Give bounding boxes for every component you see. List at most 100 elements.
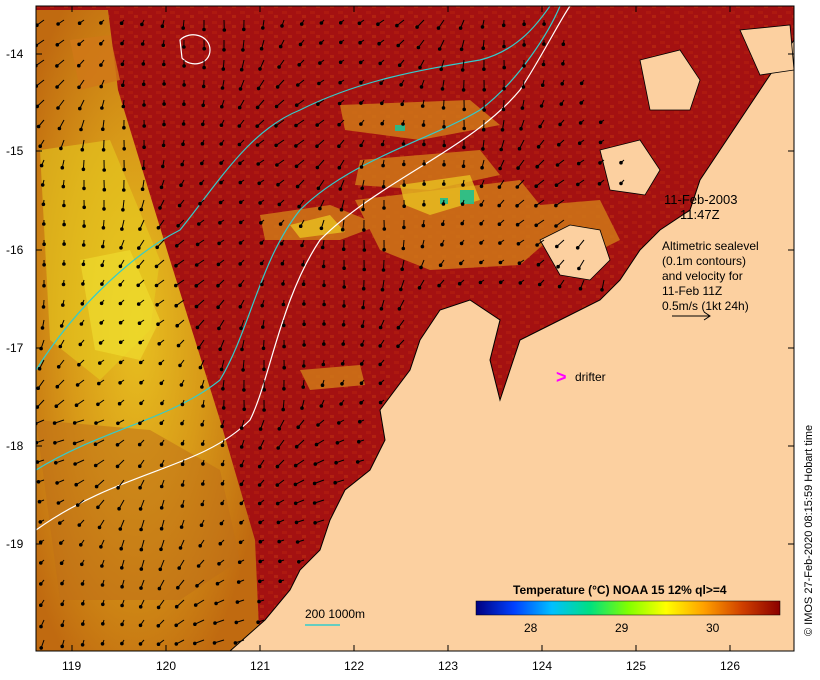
velocity-arrow-head xyxy=(118,527,123,531)
velocity-arrow-head xyxy=(278,559,282,564)
velocity-arrow-head xyxy=(201,122,205,127)
velocity-arrow-head xyxy=(277,427,282,431)
velocity-arrow-head xyxy=(540,83,545,87)
velocity-arrow-head xyxy=(498,241,502,245)
velocity-arrow-head xyxy=(174,604,179,609)
velocity-arrow-head xyxy=(241,368,245,372)
velocity-arrow-head xyxy=(196,564,201,568)
velocity-arrow-head xyxy=(441,222,445,226)
velocity-arrow-head xyxy=(182,102,186,106)
velocity-arrow-head xyxy=(238,180,243,185)
velocity-arrow-head xyxy=(382,247,386,252)
velocity-arrow-head xyxy=(42,222,46,226)
velocity-arrow-head xyxy=(359,143,363,148)
velocity-arrow-head xyxy=(174,623,178,628)
velocity-arrow-head xyxy=(218,200,223,205)
velocity-arrow-head xyxy=(376,22,380,27)
velocity-arrow-head xyxy=(378,400,383,405)
velocity-arrow-head xyxy=(93,463,98,468)
velocity-arrow-head xyxy=(319,21,324,25)
velocity-arrow-head xyxy=(255,105,260,110)
velocity-arrow-head xyxy=(258,446,262,450)
velocity-arrow-head xyxy=(162,62,166,67)
velocity-arrow-head xyxy=(334,460,338,465)
velocity-arrow-head xyxy=(576,161,581,166)
velocity-arrow-head xyxy=(321,264,326,269)
velocity-arrow-head xyxy=(333,480,338,485)
velocity-arrow-head xyxy=(160,24,165,29)
velocity-arrow-head xyxy=(537,282,542,287)
velocity-arrow-head xyxy=(262,408,266,412)
velocity-arrow-head xyxy=(498,260,503,265)
velocity-arrow-head xyxy=(40,326,45,330)
velocity-arrow-head xyxy=(258,539,263,544)
velocity-arrow-head xyxy=(380,142,385,147)
velocity-arrow-head xyxy=(138,507,143,511)
velocity-arrow-head xyxy=(497,203,502,208)
velocity-arrow-head xyxy=(322,302,326,307)
velocity-arrow-head xyxy=(121,208,125,212)
velocity-arrow-head xyxy=(275,464,280,469)
velocity-arrow-head xyxy=(397,307,402,311)
velocity-arrow-head xyxy=(316,102,320,106)
velocity-arrow-head xyxy=(294,164,299,169)
velocity-arrow-head xyxy=(536,262,541,267)
velocity-arrow-head xyxy=(341,247,346,251)
velocity-arrow-head xyxy=(100,564,104,568)
velocity-arrow-head xyxy=(479,184,484,189)
velocity-arrow-head xyxy=(38,520,43,524)
velocity-arrow-head xyxy=(498,166,502,171)
velocity-arrow-head xyxy=(517,146,522,151)
velocity-arrow-head xyxy=(274,143,278,148)
velocity-arrow-head xyxy=(302,302,306,306)
velocity-arrow-head xyxy=(419,265,423,270)
note-line-2: (0.1m contours) xyxy=(662,254,746,268)
velocity-arrow-head xyxy=(378,325,383,330)
velocity-arrow-head xyxy=(362,267,367,272)
velocity-arrow-head xyxy=(39,561,43,565)
velocity-arrow-head xyxy=(217,326,221,331)
velocity-arrow-head xyxy=(440,87,445,91)
velocity-arrow-head xyxy=(80,582,85,586)
velocity-arrow-head xyxy=(480,165,484,170)
velocity-arrow-head xyxy=(198,365,203,370)
velocity-arrow-head xyxy=(255,143,260,147)
velocity-arrow-head xyxy=(521,85,526,89)
velocity-arrow-head xyxy=(94,421,98,425)
velocity-arrow-head xyxy=(82,205,86,210)
velocity-arrow-head xyxy=(36,124,41,129)
velocity-arrow-head xyxy=(158,361,163,366)
velocity-arrow-head xyxy=(340,227,345,232)
velocity-arrow-head xyxy=(561,62,565,66)
velocity-arrow-head xyxy=(159,547,163,552)
velocity-arrow-head xyxy=(315,144,319,148)
velocity-arrow-head xyxy=(56,365,61,369)
velocity-arrow-head xyxy=(297,560,301,564)
velocity-arrow-head xyxy=(399,287,403,292)
velocity-arrow-head xyxy=(600,288,604,292)
velocity-arrow-head xyxy=(122,188,126,192)
velocity-arrow-head xyxy=(322,322,326,326)
drifter-marker: > xyxy=(556,367,567,387)
velocity-arrow-head xyxy=(220,104,224,109)
velocity-arrow-head xyxy=(218,541,223,546)
velocity-arrow-head xyxy=(155,303,159,307)
velocity-arrow-head xyxy=(217,562,221,566)
velocity-arrow-head xyxy=(81,602,85,606)
velocity-arrow-head xyxy=(58,344,63,349)
velocity-arrow-head xyxy=(260,303,265,308)
velocity-arrow-head xyxy=(239,520,243,525)
velocity-arrow-head xyxy=(159,484,164,489)
velocity-arrow-head xyxy=(458,26,463,30)
velocity-arrow-head xyxy=(55,43,60,47)
velocity-arrow-head xyxy=(175,244,179,248)
velocity-arrow-head xyxy=(459,47,464,52)
velocity-arrow-head xyxy=(157,586,162,591)
velocity-arrow-head xyxy=(381,185,386,189)
velocity-arrow-head xyxy=(358,40,362,45)
velocity-arrow-head xyxy=(281,282,285,286)
velocity-arrow-head xyxy=(42,242,46,246)
velocity-arrow-head xyxy=(53,441,57,445)
velocity-arrow-head xyxy=(579,81,584,86)
velocity-arrow-head xyxy=(97,381,101,386)
